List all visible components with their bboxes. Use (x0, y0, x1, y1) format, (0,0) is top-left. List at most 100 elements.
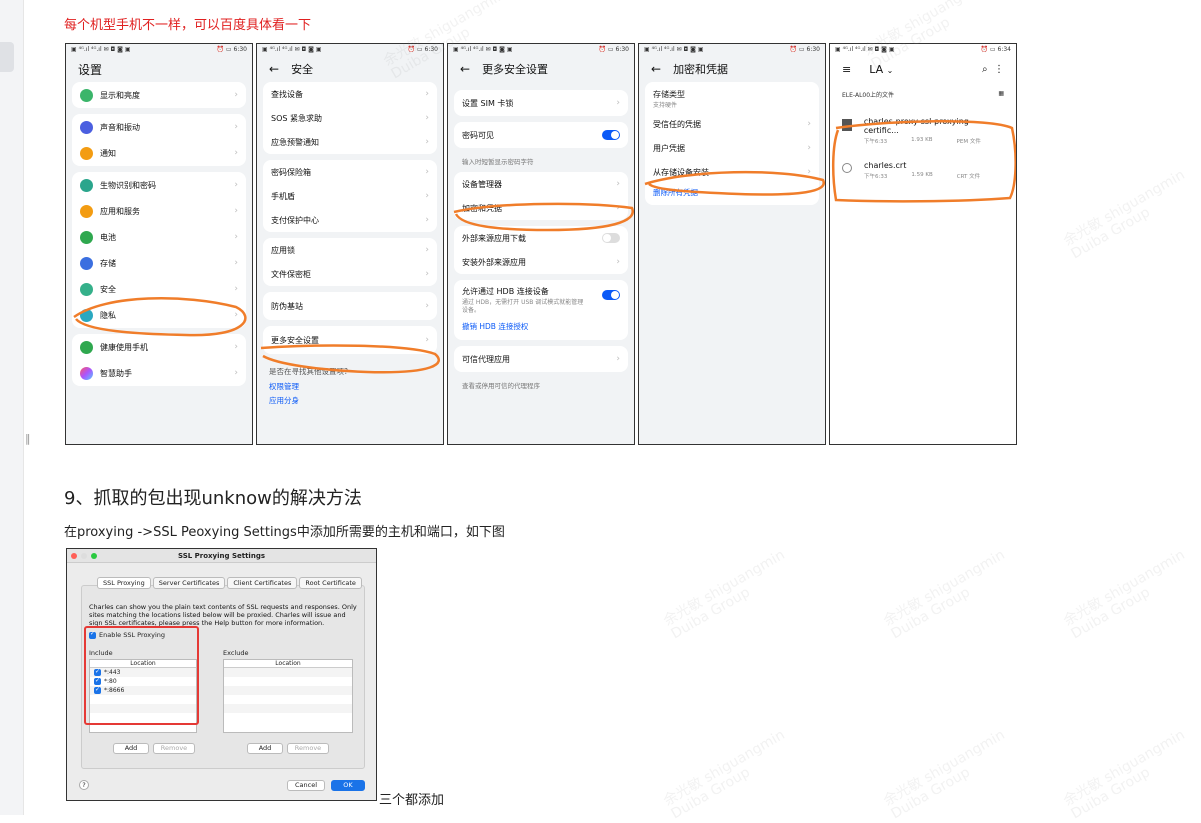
battery-icon (80, 230, 93, 244)
ssl-proxying-dialog: SSL Proxying Settings SSL Proxying Serve… (66, 548, 377, 801)
status-bar: ▣ ⁴ᴳ.ıl ⁴ᴳ.ıl ✉ ◘ ◙ ▣ ⏰ ▭ 6:30 (453, 46, 629, 53)
back-arrow-icon[interactable]: ← (460, 62, 470, 76)
page-header: ← 更多安全设置 (460, 62, 549, 76)
settings-item[interactable]: 设置 SIM 卡锁 › (454, 90, 628, 116)
settings-item[interactable]: 密码保险箱 › (263, 160, 437, 184)
footer: 是否在寻找其他设置项? 权限管理 应用分身 (257, 360, 443, 406)
permission-link[interactable]: 权限管理 (269, 377, 431, 392)
status-bar: ▣ ⁴ᴳ.ıl ⁴ᴳ.ıl ✉ ◘ ◙ ▣ ⏰ ▭ 6:30 (262, 46, 438, 53)
settings-group: 设备管理器 › 加密和凭据 › (454, 172, 628, 220)
settings-item[interactable]: 通知 › (72, 140, 246, 166)
password-visible-toggle[interactable]: 密码可见 (454, 122, 628, 148)
hdb-toggle[interactable]: 允许通过 HDB 连接设备 (454, 284, 628, 300)
watermark: 余光敏 shiguangminDuiba Group (880, 546, 1008, 643)
apps-icon (80, 204, 93, 218)
settings-item[interactable]: 受信任的凭据 › (645, 112, 819, 136)
back-arrow-icon[interactable]: ← (651, 62, 661, 76)
settings-item[interactable]: 显示和亮度 › (72, 82, 246, 108)
storage-type: 存储类型 支持硬件 (653, 90, 685, 109)
settings-item[interactable]: 应用锁 › (263, 238, 437, 262)
hdb-desc: 通过 HDB，无需打开 USB 调试模式就能管理设备。 (462, 299, 584, 314)
settings-group: 应用锁 › 文件保密柜 › (263, 238, 437, 286)
settings-item[interactable]: 存储 › (72, 250, 246, 276)
caption: 三个都添加 (379, 793, 445, 808)
external-download-toggle[interactable]: 外部来源应用下载 (454, 226, 628, 250)
help-button[interactable]: ? (79, 780, 89, 790)
delete-credentials-link[interactable]: 删除所有凭据 (645, 184, 819, 201)
settings-item[interactable]: 用户凭据 › (645, 136, 819, 160)
hourglass-icon (80, 340, 93, 354)
settings-item[interactable]: 查找设备 › (263, 82, 437, 106)
hint: 查看或停用可信的代理程序 (462, 382, 540, 390)
status-bar: ▣ ⁴ᴳ.ıl ⁴ᴳ.ıl ✉ ◘ ◙ ▣ ⏰ ▭ 6:34 (835, 46, 1011, 53)
cancel-button[interactable]: Cancel (287, 780, 325, 791)
settings-item-security[interactable]: 安全 › (72, 276, 246, 302)
search-icon[interactable]: ⌕ ⋮ (982, 64, 1004, 75)
settings-item[interactable]: 声音和振动 › (72, 114, 246, 140)
tab-client-certificates[interactable]: Client Certificates (227, 577, 298, 589)
bell-icon (80, 146, 93, 160)
menu-icon[interactable]: ≡ (842, 63, 851, 76)
settings-item[interactable]: 应急预警通知 › (263, 130, 437, 154)
red-highlight-box (84, 626, 199, 725)
settings-item-more-security[interactable]: 更多安全设置 › (263, 326, 437, 354)
file-item[interactable]: charles-proxy-ssl-proxying-certific... 下午… (830, 109, 1016, 153)
watermark: 余光敏 shiguangminDuiba Group (880, 726, 1008, 823)
grid-view-icon[interactable]: ▦ (998, 90, 1004, 99)
settings-item[interactable]: 生物识别和密码 › (72, 172, 246, 198)
status-bar: ▣ ⁴ᴳ.ıl ⁴ᴳ.ıl ✉ ◘ ◙ ▣ ⏰ ▭ 6:30 (644, 46, 820, 53)
settings-item-encryption[interactable]: 加密和凭据 › (454, 196, 628, 220)
zoom-icon[interactable] (91, 553, 97, 559)
sidebar-tab[interactable] (0, 42, 14, 72)
settings-item[interactable]: 文件保密柜 › (263, 262, 437, 286)
location-header: Location (224, 660, 352, 668)
ok-button[interactable]: OK (331, 780, 365, 791)
install-from-storage[interactable]: 从存储设备安装 › (645, 160, 819, 184)
page-header: ← 加密和凭据 (651, 62, 729, 76)
settings-group: 存储类型 支持硬件 受信任的凭据 › 用户凭据 › 从存储设备安装 › 删除所有凭据 (645, 82, 819, 205)
tab-ssl-proxying[interactable]: SSL Proxying (97, 577, 151, 589)
include-remove-button[interactable]: Remove (153, 743, 195, 754)
close-icon[interactable] (71, 553, 77, 559)
include-add-button[interactable]: Add (113, 743, 149, 754)
page-title: 设置 (78, 62, 103, 77)
settings-item[interactable]: SOS 紧急求助 › (263, 106, 437, 130)
settings-item[interactable]: 设备管理器 › (454, 172, 628, 196)
settings-item[interactable]: 手机盾 › (263, 184, 437, 208)
settings-item[interactable]: 应用和服务 › (72, 198, 246, 224)
fingerprint-icon (842, 163, 852, 173)
tab-root-certificate[interactable]: Root Certificate (299, 577, 362, 589)
settings-item[interactable]: 可信代理应用 › (454, 346, 628, 372)
revoke-hdb-link[interactable]: 撤销 HDB 连接授权 (454, 317, 628, 336)
exclude-remove-button[interactable]: Remove (287, 743, 329, 754)
settings-group: 更多安全设置 › (263, 326, 437, 354)
settings-item[interactable]: 电池 › (72, 224, 246, 250)
settings-item[interactable]: 防伪基站 › (263, 292, 437, 320)
dialog-titlebar: SSL Proxying Settings (67, 549, 376, 563)
assistant-icon (80, 366, 93, 380)
exclude-add-button[interactable]: Add (247, 743, 283, 754)
settings-item[interactable]: 安装外部来源应用 › (454, 250, 628, 274)
settings-item[interactable]: 支付保护中心 › (263, 208, 437, 232)
red-note: 每个机型手机不一样，可以百度具体看一下 (64, 18, 312, 33)
minimize-icon[interactable] (81, 553, 87, 559)
phone-more-security: ▣ ⁴ᴳ.ıl ⁴ᴳ.ıl ✉ ◘ ◙ ▣ ⏰ ▭ 6:30 ← 更多安全设置 设置… (447, 43, 635, 445)
back-arrow-icon[interactable]: ← (269, 62, 279, 76)
settings-item[interactable]: 隐私 › (72, 302, 246, 328)
watermark: 余光敏 shiguangminDuiba Group (1060, 166, 1188, 263)
file-item[interactable]: charles.crt 下午6:33 1.59 KB CRT 文件 (830, 153, 1016, 188)
settings-item[interactable]: 智慧助手 › (72, 360, 246, 386)
app-twin-link[interactable]: 应用分身 (269, 392, 431, 406)
folder-title: ELE-AL00上的文件 ▦ (842, 90, 1004, 99)
watermark: 余光敏 shiguangminDuiba Group (1060, 546, 1188, 643)
resize-handle[interactable]: ‖ (25, 432, 31, 445)
watermark: 余光敏 shiguangminDuiba Group (660, 546, 788, 643)
phone-files: ▣ ⁴ᴳ.ıl ⁴ᴳ.ıl ✉ ◘ ◙ ▣ ⏰ ▭ 6:34 ≡ LA ⌄ ⌕ ⋮ … (829, 43, 1017, 445)
tab-server-certificates[interactable]: Server Certificates (152, 577, 226, 589)
status-bar: ▣ ⁴ᴳ.ıl ⁴ᴳ.ıl ✉ ◘ ◙ ▣ ⏰ ▭ 6:30 (71, 46, 247, 53)
settings-group: 可信代理应用 › (454, 346, 628, 372)
key-icon (80, 178, 93, 192)
privacy-icon (80, 308, 93, 322)
phone-settings: ▣ ⁴ᴳ.ıl ⁴ᴳ.ıl ✉ ◘ ◙ ▣ ⏰ ▭ 6:30 设置 显示和亮度 › … (65, 43, 253, 445)
settings-item[interactable]: 健康使用手机 › (72, 334, 246, 360)
